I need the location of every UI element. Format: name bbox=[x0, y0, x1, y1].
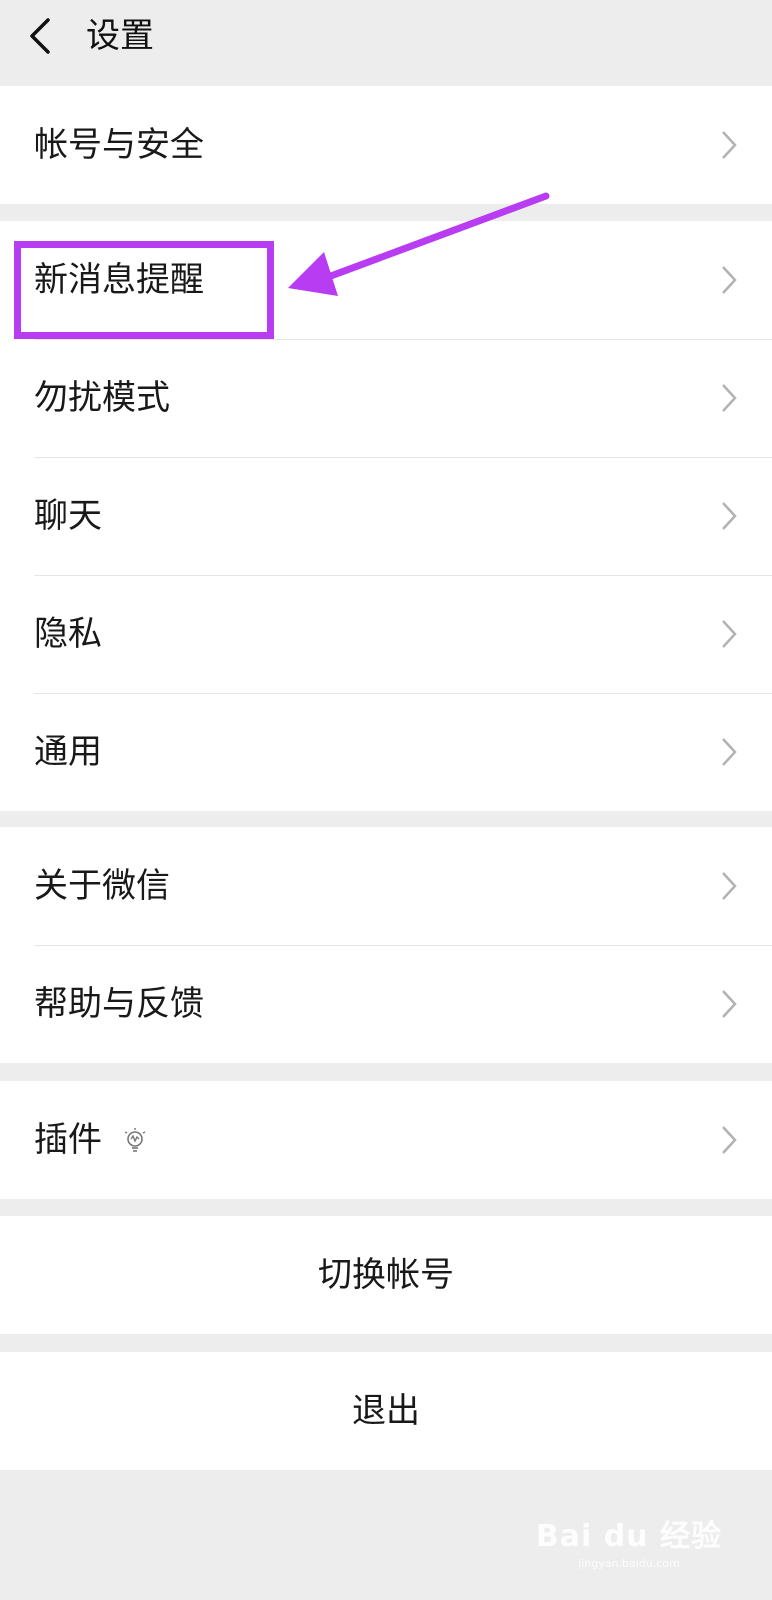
chevron-right-icon bbox=[722, 502, 737, 530]
back-arrow-icon[interactable] bbox=[22, 14, 62, 58]
settings-item-plugins[interactable]: 插件 bbox=[0, 1081, 772, 1199]
chevron-right-icon bbox=[722, 266, 737, 294]
chevron-right-icon bbox=[722, 131, 737, 159]
settings-item-privacy[interactable]: 隐私 bbox=[0, 575, 772, 693]
settings-group-plugins: 插件 bbox=[0, 1081, 772, 1199]
settings-item-label: 勿扰模式 bbox=[34, 378, 170, 418]
chevron-right-icon bbox=[722, 990, 737, 1018]
settings-item-label: 帐号与安全 bbox=[34, 125, 204, 165]
chevron-right-icon bbox=[722, 620, 737, 648]
settings-item-help-feedback[interactable]: 帮助与反馈 bbox=[0, 945, 772, 1063]
top-bar: 设置 bbox=[0, 0, 772, 87]
page-title: 设置 bbox=[86, 16, 154, 56]
settings-item-do-not-disturb[interactable]: 勿扰模式 bbox=[0, 339, 772, 457]
settings-item-label: 通用 bbox=[34, 732, 102, 772]
watermark-sub: jingyan.baidu.com bbox=[578, 1557, 680, 1570]
lightbulb-icon bbox=[124, 1128, 146, 1152]
settings-item-label: 关于微信 bbox=[34, 866, 170, 906]
settings-item-label: 新消息提醒 bbox=[34, 260, 204, 300]
settings-item-label: 聊天 bbox=[34, 496, 102, 536]
chevron-right-icon bbox=[722, 738, 737, 766]
chevron-right-icon bbox=[722, 384, 737, 412]
switch-account-button[interactable]: 切换帐号 bbox=[0, 1216, 772, 1334]
settings-group-account: 帐号与安全 bbox=[0, 86, 772, 204]
watermark-main: Bai du 经验 bbox=[535, 1519, 722, 1554]
settings-item-general[interactable]: 通用 bbox=[0, 693, 772, 811]
settings-item-label: 插件 bbox=[34, 1120, 102, 1160]
baidu-jingyan-watermark: Bai du 经验 jingyan.baidu.com bbox=[536, 1511, 722, 1570]
settings-item-label: 帮助与反馈 bbox=[34, 984, 204, 1024]
settings-item-label: 隐私 bbox=[34, 614, 102, 654]
settings-group-general: 新消息提醒 勿扰模式 聊天 隐私 通用 bbox=[0, 221, 772, 811]
settings-item-chat[interactable]: 聊天 bbox=[0, 457, 772, 575]
chevron-right-icon bbox=[722, 1126, 737, 1154]
chevron-right-icon bbox=[722, 872, 737, 900]
settings-group-about: 关于微信 帮助与反馈 bbox=[0, 827, 772, 1063]
settings-item-about-wechat[interactable]: 关于微信 bbox=[0, 827, 772, 945]
settings-item-account-security[interactable]: 帐号与安全 bbox=[0, 86, 772, 204]
logout-button[interactable]: 退出 bbox=[0, 1352, 772, 1470]
settings-item-new-message-notification[interactable]: 新消息提醒 bbox=[0, 221, 772, 339]
